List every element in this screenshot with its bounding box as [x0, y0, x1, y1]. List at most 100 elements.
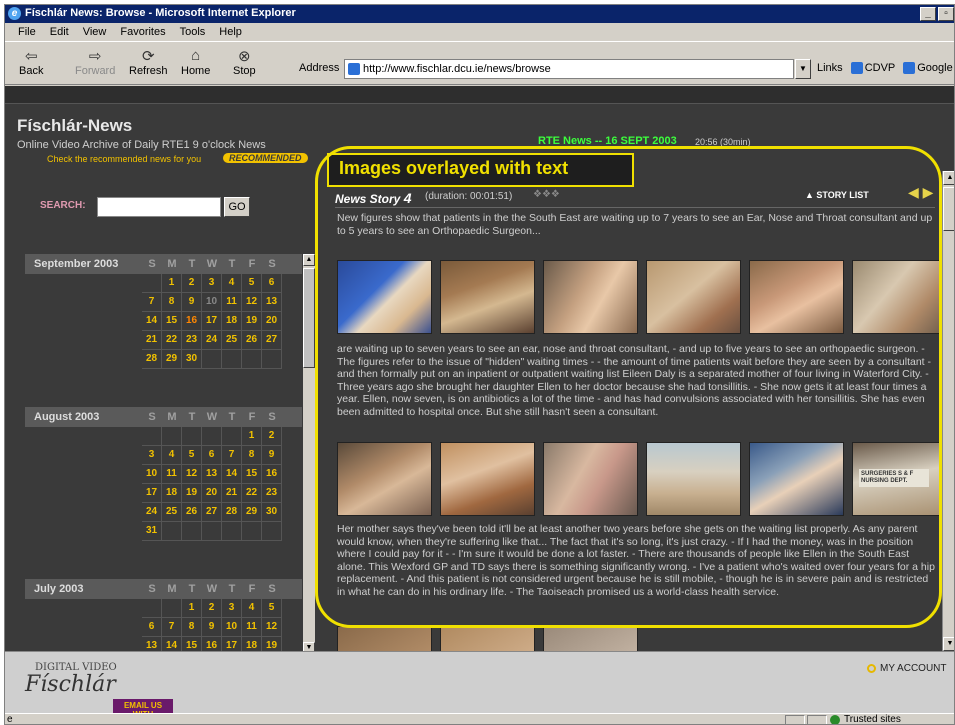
calendar-day[interactable]: 4 — [162, 446, 182, 465]
scroll-thumb[interactable] — [303, 268, 315, 368]
calendar-day[interactable]: 8 — [162, 293, 182, 312]
calendar-day[interactable]: 5 — [182, 446, 202, 465]
calendar-day[interactable]: 18 — [162, 484, 182, 503]
calendar-day[interactable]: 3 — [142, 446, 162, 465]
calendar-day[interactable]: 22 — [242, 484, 262, 503]
calendar-day[interactable]: 5 — [242, 274, 262, 293]
keyframe[interactable] — [543, 626, 638, 651]
calendar-day[interactable]: 6 — [142, 618, 162, 637]
calendar-day[interactable]: 5 — [262, 599, 282, 618]
menu-file[interactable]: File — [11, 24, 43, 41]
keyframe[interactable] — [749, 260, 844, 334]
calendar-day[interactable]: 26 — [242, 331, 262, 350]
calendar-day[interactable]: 20 — [262, 312, 282, 331]
calendar-day[interactable]: 1 — [242, 427, 262, 446]
address-field[interactable]: http://www.fischlar.dcu.ie/news/browse — [344, 59, 794, 79]
calendar-day[interactable]: 16 — [262, 465, 282, 484]
refresh-button[interactable]: ⟳ Refresh — [129, 47, 168, 77]
calendar-day[interactable]: 13 — [262, 293, 282, 312]
calendar-day[interactable]: 9 — [262, 446, 282, 465]
calendar-day[interactable]: 11 — [242, 618, 262, 637]
calendar-day[interactable]: 3 — [222, 599, 242, 618]
minimize-button[interactable]: _ — [920, 7, 936, 21]
calendar-day[interactable]: 12 — [242, 293, 262, 312]
scroll-down-icon[interactable]: ▼ — [943, 637, 954, 651]
calendar-day[interactable]: 8 — [242, 446, 262, 465]
calendar-day[interactable]: 24 — [142, 503, 162, 522]
calendar-day[interactable]: 12 — [262, 618, 282, 637]
calendar-day[interactable]: 3 — [202, 274, 222, 293]
calendar-day[interactable]: 18 — [222, 312, 242, 331]
calendar-day[interactable]: 14 — [222, 465, 242, 484]
calendar-day[interactable]: 23 — [262, 484, 282, 503]
calendar-day[interactable]: 10 — [222, 618, 242, 637]
menu-help[interactable]: Help — [212, 24, 249, 41]
forward-button[interactable]: ⇨ Forward — [75, 47, 115, 77]
keyframe[interactable] — [337, 626, 432, 651]
calendar-day[interactable]: 9 — [202, 618, 222, 637]
my-account-link[interactable]: MY ACCOUNT — [867, 663, 947, 674]
calendar-day[interactable]: 31 — [142, 522, 162, 541]
calendar-day[interactable]: 30 — [182, 350, 202, 369]
keyframe[interactable] — [440, 626, 535, 651]
calendar-day[interactable]: 16 — [182, 312, 202, 331]
calendar-day[interactable]: 14 — [142, 312, 162, 331]
calendar-day[interactable]: 15 — [162, 312, 182, 331]
stop-button[interactable]: ⊗ Stop — [233, 47, 256, 77]
keyframe[interactable] — [440, 260, 535, 334]
calendar-day[interactable]: 25 — [222, 331, 242, 350]
calendar-day[interactable]: 26 — [182, 503, 202, 522]
calendar-day[interactable]: 27 — [262, 331, 282, 350]
recommend-link[interactable]: Check the recommended news for you — [47, 154, 201, 164]
calendar-day[interactable]: 6 — [262, 274, 282, 293]
calendar-day[interactable]: 23 — [182, 331, 202, 350]
next-story-icon[interactable]: ▶ — [923, 184, 934, 200]
prev-story-icon[interactable]: ◀ — [908, 184, 919, 200]
keyframe-sign[interactable]: SURGERIES S & F NURSING DEPT. — [852, 442, 947, 516]
keyframe[interactable] — [646, 442, 741, 516]
keyframe[interactable] — [852, 260, 947, 334]
menu-view[interactable]: View — [76, 24, 114, 41]
scroll-up-icon[interactable]: ▲ — [303, 254, 315, 266]
calendar-day[interactable]: 2 — [202, 599, 222, 618]
maximize-button[interactable]: ▫ — [938, 7, 954, 21]
calendar-day[interactable]: 7 — [142, 293, 162, 312]
home-button[interactable]: ⌂ Home — [181, 47, 210, 77]
calendar-day[interactable]: 19 — [242, 312, 262, 331]
scroll-thumb[interactable] — [943, 187, 954, 231]
calendar-day[interactable]: 13 — [202, 465, 222, 484]
calendar-day[interactable]: 2 — [182, 274, 202, 293]
calendar-day[interactable]: 28 — [222, 503, 242, 522]
keyframe[interactable] — [543, 442, 638, 516]
calendar-day[interactable]: 28 — [142, 350, 162, 369]
calendar-day[interactable]: 11 — [162, 465, 182, 484]
calendar-day[interactable]: 17 — [202, 312, 222, 331]
calendar-day[interactable]: 21 — [222, 484, 242, 503]
calendar-day[interactable]: 22 — [162, 331, 182, 350]
calendar-day[interactable]: 25 — [162, 503, 182, 522]
calendar-day[interactable]: 1 — [182, 599, 202, 618]
calendar-day[interactable]: 12 — [182, 465, 202, 484]
calendar-day[interactable]: 6 — [202, 446, 222, 465]
back-button[interactable]: ⇦ Back — [19, 47, 43, 77]
calendar-day[interactable]: 11 — [222, 293, 242, 312]
search-input[interactable] — [97, 197, 221, 217]
calendar-day[interactable]: 7 — [222, 446, 242, 465]
page-scrollbar[interactable]: ▲ ▼ — [942, 171, 954, 651]
calendar-scrollbar[interactable]: ▲ ▼ — [303, 254, 315, 654]
calendar-day[interactable]: 19 — [182, 484, 202, 503]
link-google[interactable]: Google — [903, 62, 953, 75]
calendar-day[interactable]: 8 — [182, 618, 202, 637]
calendar-day[interactable]: 4 — [222, 274, 242, 293]
calendar-day[interactable]: 10 — [202, 293, 222, 312]
calendar-day[interactable]: 9 — [182, 293, 202, 312]
calendar-day[interactable]: 30 — [262, 503, 282, 522]
calendar-day[interactable]: 7 — [162, 618, 182, 637]
recommended-badge[interactable]: RECOMMENDED — [223, 153, 308, 163]
calendar-day[interactable]: 10 — [142, 465, 162, 484]
address-dropdown-button[interactable]: ▼ — [795, 59, 811, 79]
calendar-day[interactable]: 20 — [202, 484, 222, 503]
link-cdvp[interactable]: CDVP — [850, 62, 895, 75]
calendar-day[interactable]: 4 — [242, 599, 262, 618]
calendar-day[interactable]: 15 — [242, 465, 262, 484]
